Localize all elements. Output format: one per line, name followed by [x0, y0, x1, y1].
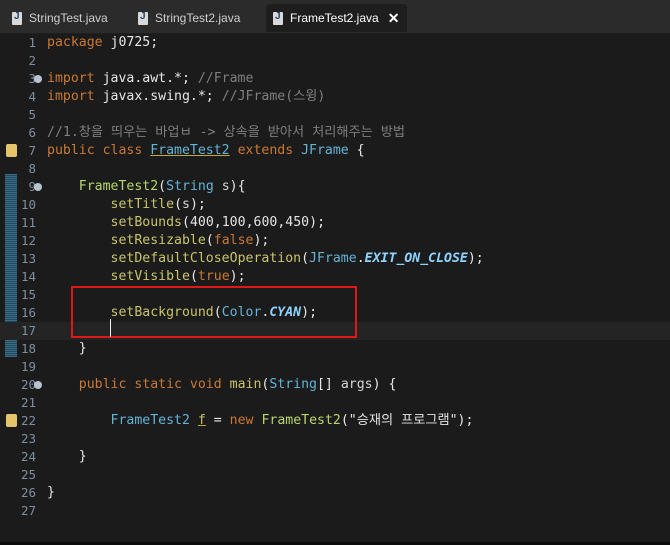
line-number: 26 [20, 485, 36, 500]
text-cursor [110, 319, 111, 337]
line-number: 8 [28, 161, 36, 176]
code-line[interactable]: 14 setVisible(true); [0, 268, 670, 286]
line-number: 24 [20, 449, 36, 464]
tab-label: FrameTest2.java [290, 11, 379, 25]
highlight-box [71, 286, 357, 338]
fold-icon[interactable] [34, 381, 42, 389]
fold-icon[interactable] [34, 75, 42, 83]
code-line[interactable]: 2 [0, 52, 670, 70]
code-line[interactable]: 4 import javax.swing.*; //JFrame(스윙) [0, 88, 670, 106]
code-line[interactable]: 3 import java.awt.*; //Frame [0, 70, 670, 88]
code-text: setTitle(s); [110, 197, 206, 212]
line-number: 6 [28, 125, 36, 140]
close-icon[interactable]: ✕ [388, 10, 400, 27]
code-text: } [47, 485, 55, 500]
line-number: 7 [28, 143, 36, 158]
code-line[interactable]: 10 setTitle(s); [0, 196, 670, 214]
tab-stringtest[interactable]: StringTest.java [12, 4, 108, 32]
line-number: 14 [20, 269, 36, 284]
line-number: 1 [28, 35, 36, 50]
code-text: setResizable(false); [110, 233, 270, 248]
code-text: import java.awt.*; //Frame [47, 71, 254, 86]
line-number: 11 [20, 215, 36, 230]
code-line[interactable]: 18 } [0, 340, 670, 358]
line-number: 10 [20, 197, 36, 212]
line-number: 17 [20, 323, 36, 338]
code-text: public static void main(String[] args) { [78, 377, 397, 392]
code-line[interactable]: 27 [0, 502, 670, 520]
code-line[interactable]: 21 [0, 394, 670, 412]
code-line[interactable]: 12 setResizable(false); [0, 232, 670, 250]
line-number: 27 [20, 503, 36, 518]
code-text: package j0725; [47, 35, 159, 50]
java-file-icon [12, 11, 22, 25]
code-text: import javax.swing.*; //JFrame(스윙) [47, 89, 326, 104]
code-text: setBounds(400,100,600,450); [110, 215, 326, 230]
code-line[interactable]: 5 [0, 106, 670, 124]
code-line[interactable]: 6 //1.창을 띄우는 바업ㅂ -> 상속을 받아서 처리해주는 방법 [0, 124, 670, 142]
line-number: 4 [28, 89, 36, 104]
code-line[interactable]: 26} [0, 484, 670, 502]
code-editor[interactable]: 1 package j0725; 2 3 import java.awt.*; //Fr… [0, 34, 670, 542]
line-number: 12 [20, 233, 36, 248]
code-line[interactable]: 20 public static void main(String[] args… [0, 376, 670, 394]
line-number: 5 [28, 107, 36, 122]
code-text: FrameTest2(String s){ [78, 179, 246, 194]
tab-stringtest2[interactable]: StringTest2.java [138, 4, 240, 32]
code-line[interactable]: 13 setDefaultCloseOperation(JFrame.EXIT_… [0, 250, 670, 268]
code-line[interactable]: 7 public class FrameTest2 extends JFrame … [0, 142, 670, 160]
code-text: } [47, 449, 87, 464]
java-file-icon [273, 11, 283, 25]
line-number: 13 [20, 251, 36, 266]
tab-label: StringTest2.java [155, 11, 241, 25]
line-number: 22 [20, 413, 36, 428]
warning-icon[interactable] [6, 144, 17, 157]
code-line[interactable]: 9 FrameTest2(String s){ [0, 178, 670, 196]
line-number: 25 [20, 467, 36, 482]
tab-label: StringTest.java [29, 11, 108, 25]
line-number: 21 [20, 395, 36, 410]
code-line[interactable]: 19 [0, 358, 670, 376]
java-file-icon [138, 11, 148, 25]
tab-frametest2[interactable]: FrameTest2.java ✕ [266, 4, 407, 32]
code-text: } [47, 341, 87, 356]
code-text: setVisible(true); [110, 269, 246, 284]
code-text: public class FrameTest2 extends JFrame { [47, 143, 365, 158]
line-number: 15 [20, 287, 36, 302]
code-line[interactable]: 11 setBounds(400,100,600,450); [0, 214, 670, 232]
line-number: 23 [20, 431, 36, 446]
line-number: 19 [20, 359, 36, 374]
code-line[interactable]: 1 package j0725; [0, 34, 670, 52]
code-line[interactable]: 23 [0, 430, 670, 448]
editor-tab-bar: StringTest.java StringTest2.java FrameTe… [0, 0, 670, 34]
code-text: FrameTest2 f = new FrameTest2("승재의 프로그램"… [110, 413, 474, 428]
fold-icon[interactable] [34, 183, 42, 191]
code-text: //1.창을 띄우는 바업ㅂ -> 상속을 받아서 처리해주는 방법 [47, 125, 405, 140]
code-line[interactable]: 8 [0, 160, 670, 178]
line-number: 16 [20, 305, 36, 320]
code-line[interactable]: 24 } [0, 448, 670, 466]
line-number: 18 [20, 341, 36, 356]
code-line[interactable]: 25 [0, 466, 670, 484]
code-text: setDefaultCloseOperation(JFrame.EXIT_ON_… [110, 251, 484, 266]
code-line[interactable]: 22 FrameTest2 f = new FrameTest2("승재의 프로… [0, 412, 670, 430]
line-number: 2 [28, 53, 36, 68]
warning-icon[interactable] [6, 414, 17, 427]
